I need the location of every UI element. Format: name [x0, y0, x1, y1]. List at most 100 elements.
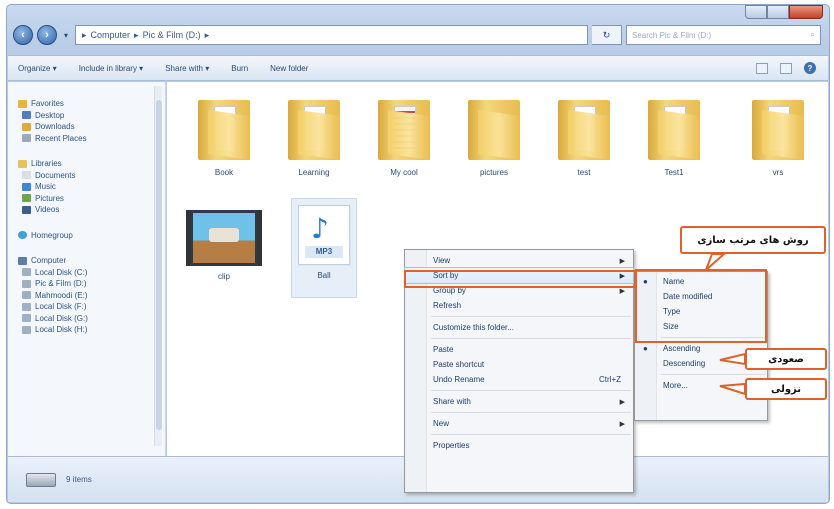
sort-methods-highlight [635, 269, 767, 343]
drive-icon [22, 325, 31, 334]
organize-button[interactable]: Organize ▾ [18, 64, 57, 73]
audio-file-item[interactable]: ♪ MP3 Ball [291, 198, 357, 298]
caption-buttons [745, 5, 823, 19]
include-in-library-button[interactable]: Include in library ▾ [79, 64, 144, 73]
folder-icon [198, 96, 250, 162]
menu-item-new[interactable]: New ▶ [405, 416, 633, 431]
sidebar-item-music[interactable]: Music [18, 181, 165, 193]
forward-button[interactable]: › [37, 25, 57, 45]
sort-by-highlight [404, 270, 636, 288]
menu-item-undo-rename[interactable]: Undo Rename Ctrl+Z [405, 372, 633, 387]
desktop-icon [22, 111, 31, 120]
preview-pane-icon[interactable] [780, 62, 792, 74]
radio-bullet-icon: ● [643, 344, 648, 353]
sidebar-item-recent-places[interactable]: Recent Places [18, 133, 165, 145]
menu-item-view[interactable]: View ▶ [405, 253, 633, 268]
file-label: Test1 [664, 168, 684, 177]
mp3-file-icon: ♪ MP3 [298, 205, 350, 265]
drive-icon [22, 314, 31, 323]
breadcrumb-arrow-icon: ▸ [82, 29, 87, 40]
menu-item-paste-shortcut[interactable]: Paste shortcut [405, 357, 633, 372]
video-file-item[interactable]: clip [183, 210, 265, 281]
breadcrumb-drive[interactable]: Pic & Film (D:) [143, 30, 201, 40]
drive-icon [26, 472, 56, 487]
sidebar-item-pictures[interactable]: Pictures [18, 193, 165, 205]
recent-places-icon [22, 134, 31, 143]
sidebar-item-documents[interactable]: Documents [18, 170, 165, 182]
submenu-arrow-icon: ▶ [619, 420, 625, 428]
folder-icon [752, 96, 804, 162]
menu-separator [431, 412, 631, 413]
downloads-icon [22, 122, 31, 131]
sidebar-item-videos[interactable]: Videos [18, 204, 165, 216]
computer-icon [18, 256, 27, 265]
sidebar-item-desktop[interactable]: Desktop [18, 110, 165, 122]
sidebar-item-computer[interactable]: Computer [18, 255, 165, 267]
sidebar-item-drive-g[interactable]: Local Disk (G:) [18, 313, 165, 325]
back-button[interactable]: ‹ [13, 25, 33, 45]
menu-item-share-with[interactable]: Share with ▶ [405, 394, 633, 409]
folder-item[interactable]: Book [191, 96, 257, 177]
burn-button[interactable]: Burn [231, 64, 248, 73]
videos-icon [22, 205, 31, 214]
menu-item-refresh[interactable]: Refresh [405, 298, 633, 313]
folder-icon [378, 96, 430, 162]
share-with-button[interactable]: Share with ▾ [165, 64, 209, 73]
minimize-button[interactable] [745, 5, 767, 19]
file-label: Ball [317, 271, 331, 280]
sidebar-item-libraries[interactable]: Libraries [18, 158, 165, 170]
folder-item[interactable]: test [551, 96, 617, 177]
folder-item[interactable]: vrs [745, 96, 811, 177]
help-icon[interactable]: ? [804, 62, 816, 74]
libraries-icon [18, 159, 27, 168]
ascending-callout: صعودی [745, 348, 827, 370]
address-row: ‹ › ▾ ▸ Computer ▸ Pic & Film (D:) ▸ ↻ S… [13, 23, 821, 47]
mp3-badge: MP3 [305, 246, 343, 258]
sidebar-scrollbar[interactable] [154, 86, 162, 446]
breadcrumb-arrow-icon: ▸ [134, 29, 139, 40]
sidebar-item-favorites[interactable]: Favorites [18, 98, 165, 110]
file-label: My cool [390, 168, 418, 177]
homegroup-icon [18, 231, 27, 240]
sidebar-item-drive-f[interactable]: Local Disk (F:) [18, 301, 165, 313]
folder-item[interactable]: Test1 [641, 96, 707, 177]
folder-icon [558, 96, 610, 162]
sidebar-scroll-thumb[interactable] [156, 100, 162, 430]
sidebar-item-homegroup[interactable]: Homegroup [18, 230, 165, 242]
search-input[interactable]: Search Pic & Film (D:) ⌕ [626, 25, 821, 45]
maximize-button[interactable] [767, 5, 789, 19]
file-label: clip [217, 272, 230, 281]
command-bar: Organize ▾ Include in library ▾ Share wi… [8, 55, 828, 81]
sidebar-item-drive-c[interactable]: Local Disk (C:) [18, 267, 165, 279]
file-label: test [577, 168, 591, 177]
folder-icon [468, 96, 520, 162]
recent-pages-icon[interactable]: ▾ [61, 31, 71, 40]
menu-separator [431, 434, 631, 435]
breadcrumb-computer[interactable]: Computer [91, 30, 131, 40]
pictures-icon [22, 194, 31, 203]
folder-item[interactable]: pictures [461, 96, 527, 177]
sidebar-item-downloads[interactable]: Downloads [18, 121, 165, 133]
menu-item-customize[interactable]: Customize this folder... [405, 320, 633, 335]
drive-icon [22, 268, 31, 277]
menu-separator [431, 390, 631, 391]
refresh-icon[interactable]: ↻ [592, 25, 622, 45]
sidebar-item-drive-e[interactable]: Mahmoodi (E:) [18, 290, 165, 302]
menu-separator [431, 338, 631, 339]
folder-item[interactable]: My cool [371, 96, 437, 177]
menu-item-properties[interactable]: Properties [405, 438, 633, 453]
folder-icon [288, 96, 340, 162]
music-icon [22, 182, 31, 191]
new-folder-button[interactable]: New folder [270, 64, 308, 73]
navigation-pane: Favorites Desktop Downloads Recent Place… [8, 82, 166, 458]
menu-item-paste[interactable]: Paste [405, 342, 633, 357]
sidebar-item-drive-h[interactable]: Local Disk (H:) [18, 324, 165, 336]
view-options-icon[interactable] [756, 62, 768, 74]
submenu-arrow-icon: ▶ [619, 398, 625, 406]
address-bar[interactable]: ▸ Computer ▸ Pic & Film (D:) ▸ [75, 25, 588, 45]
drive-icon [22, 302, 31, 311]
sidebar-item-drive-d[interactable]: Pic & Film (D:) [18, 278, 165, 290]
search-icon: ⌕ [810, 30, 815, 39]
folder-item[interactable]: Learning [281, 96, 347, 177]
close-button[interactable] [789, 5, 823, 19]
